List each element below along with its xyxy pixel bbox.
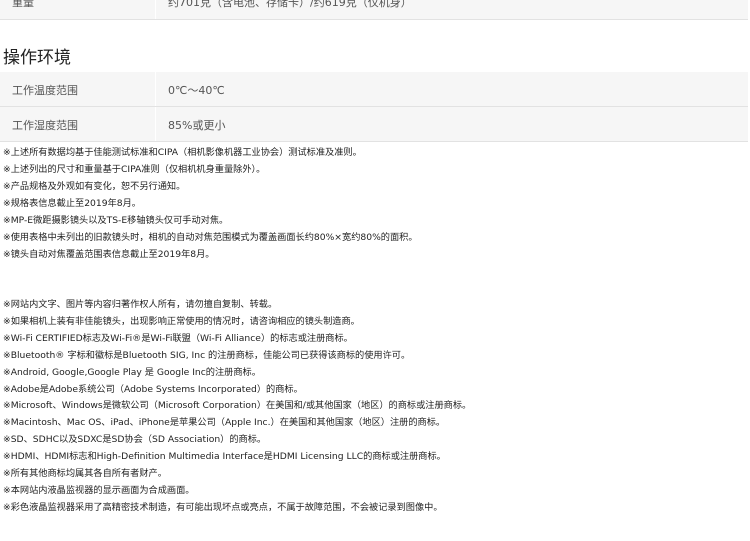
note-item: ※Bluetooth® 字标和徽标是Bluetooth SIG, Inc 的注册… (3, 349, 411, 361)
note-item: ※MP-E微距摄影镜头以及TS-E移轴镜头仅可手动对焦。 (3, 215, 229, 226)
note-item: ※镜头自动对焦覆盖范围表信息截止至2019年8月。 (3, 248, 215, 260)
cell-divider (155, 0, 156, 19)
note-item: ※Macintosh、Mac OS、iPad、iPhone是苹果公司（Apple… (3, 417, 446, 429)
notes-trademarks: ※网站内文字、图片等内容归著作权人所有，请勿擅自复制、转载。 ※如果相机上装有非… (3, 297, 471, 517)
note-item: ※所有其他商标均属其各自所有者财产。 (3, 468, 167, 480)
note-item: ※彩色液晶监视器采用了高精密技术制造，有可能出现坏点或亮点，不属于故障范围，不会… (3, 501, 443, 513)
spec-value-temperature: 0℃～40℃ (168, 84, 225, 97)
spec-label-weight: 重量 (12, 0, 34, 9)
note-item: ※上述列出的尺寸和重量基于CIPA准则（仅相机机身重量除外）。 (3, 163, 266, 175)
note-item: ※上述所有数据均基于佳能测试标准和CIPA（相机影像机器工业协会）测试标准及准则… (3, 147, 362, 158)
spec-row-humidity: 工作湿度范围 85%或更小 (0, 107, 748, 142)
spec-row-temperature: 工作温度范围 0℃～40℃ (0, 72, 748, 107)
spec-value-weight: 约701克（含电池、存储卡）/约619克（仅机身） (168, 0, 412, 9)
spec-row-weight: 重量 约701克（含电池、存储卡）/约619克（仅机身） (0, 0, 748, 20)
note-item: ※如果相机上装有非佳能镜头，出现影响正常使用的情况时，请咨询相应的镜头制造商。 (3, 315, 360, 327)
notes-lens-af: ※MP-E微距摄影镜头以及TS-E移轴镜头仅可手动对焦。 ※使用表格中未列出的旧… (3, 213, 418, 264)
spec-value-humidity: 85%或更小 (168, 119, 226, 132)
note-item: ※使用表格中未列出的旧款镜头时，相机的自动对焦范围模式为覆盖画面长约80%×宽约… (3, 231, 418, 243)
spec-label-humidity: 工作湿度范围 (12, 119, 78, 132)
note-item: ※Microsoft、Windows是微软公司（Microsoft Corpor… (3, 400, 472, 412)
cell-divider (155, 107, 156, 141)
notes-spec-disclaimer: ※上述所有数据均基于佳能测试标准和CIPA（相机影像机器工业协会）测试标准及准则… (3, 145, 362, 213)
spec-label-temperature: 工作温度范围 (12, 84, 78, 97)
note-item: ※Wi-Fi CERTIFIED标志及Wi-Fi®是Wi-Fi联盟（Wi-Fi … (3, 332, 353, 344)
note-item: ※本网站内液晶监视器的显示画面为合成画面。 (3, 484, 195, 496)
cell-divider (155, 72, 156, 106)
note-item: ※HDMI、HDMI标志和High-Definition Multimedia … (3, 451, 446, 463)
note-item: ※产品规格及外观如有变化，恕不另行通知。 (3, 180, 186, 192)
note-item: ※SD、SDHC以及SDXC是SD协会（SD Association）的商标。 (3, 434, 267, 446)
note-item: ※Android, Google,Google Play 是 Google In… (3, 366, 261, 378)
note-item: ※网站内文字、图片等内容归著作权人所有，请勿擅自复制、转载。 (3, 299, 278, 310)
note-item: ※规格表信息截止至2019年8月。 (3, 197, 141, 209)
section-title: 操作环境 (3, 48, 71, 68)
note-item: ※Adobe是Adobe系统公司（Adobe Systems Incorpora… (3, 383, 303, 395)
